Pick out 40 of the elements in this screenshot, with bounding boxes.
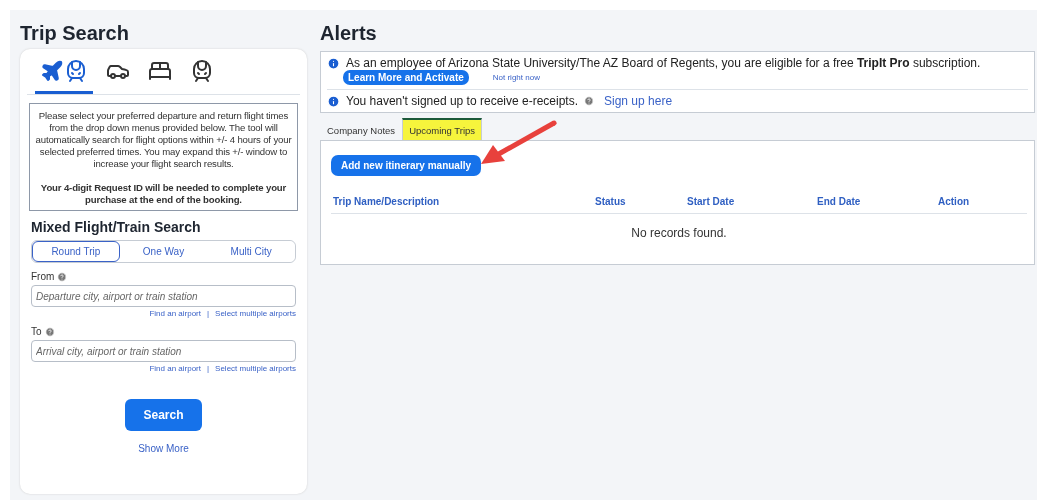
alert-text: As an employee of Arizona State University/The AZ Board of Regents, you are eligible for a free TripIt Pro subscription. [346, 56, 981, 70]
show-more-link[interactable]: Show More [138, 443, 189, 454]
column-header[interactable]: Status [595, 196, 687, 207]
add-itinerary-button[interactable]: Add new itinerary manually [331, 155, 482, 176]
airport-link[interactable]: Find an airport [149, 309, 201, 318]
page-title: Trip Search [20, 22, 130, 45]
dismiss-link[interactable]: Not right now [492, 73, 540, 82]
airport-link[interactable]: Select multiple airports [215, 364, 296, 373]
field-label: To [31, 326, 42, 337]
activate-button[interactable]: Learn More and Activate [343, 70, 469, 85]
section-title: Mixed Flight/Train Search [31, 219, 202, 235]
bed-icon [148, 59, 172, 83]
notice-text: Your 4-digit Request ID will be needed to complete your purchase at the end of the booking. [39, 182, 288, 206]
search-button[interactable]: Search [125, 399, 202, 431]
airport-link[interactable]: Select multiple airports [215, 309, 296, 318]
field-label: From [31, 271, 55, 282]
help-icon[interactable] [44, 326, 55, 337]
notice-text: Please select your preferred departure and return flight times from the drop down menus provided below. The tool will automatically search for flight options within +/- 4 hours of your selected preferred times. You may expand this +/- window to increase your flight search results. [34, 110, 293, 170]
sign-up-link[interactable]: Sign up here [604, 94, 673, 108]
column-header[interactable]: Start Date [687, 196, 817, 207]
location-input[interactable]: Departure city, airport or train station [31, 285, 296, 307]
empty-message: No records found. [630, 226, 728, 240]
help-icon[interactable] [584, 96, 594, 106]
train-icon [190, 59, 214, 83]
help-icon[interactable] [57, 271, 68, 282]
location-input[interactable]: Arrival city, airport or train station [31, 340, 296, 362]
column-header[interactable]: Trip Name/Description [333, 196, 595, 207]
info-icon [327, 94, 340, 108]
plane-train-icon [40, 59, 88, 83]
panel-tab[interactable]: Company Notes [320, 119, 403, 141]
link-separator: | [207, 309, 210, 318]
alerts-title: Alerts [320, 22, 378, 45]
alert-text: You haven't signed up to receive e-receipts. [346, 94, 578, 108]
link-separator: | [207, 364, 210, 373]
trip-type-option[interactable]: Round Trip [32, 241, 120, 262]
airport-link[interactable]: Find an airport [149, 364, 201, 373]
info-icon [327, 56, 340, 70]
panel-tab[interactable]: Upcoming Trips [402, 118, 483, 141]
column-header[interactable]: End Date [817, 196, 938, 207]
column-header[interactable]: Action [938, 196, 1027, 207]
